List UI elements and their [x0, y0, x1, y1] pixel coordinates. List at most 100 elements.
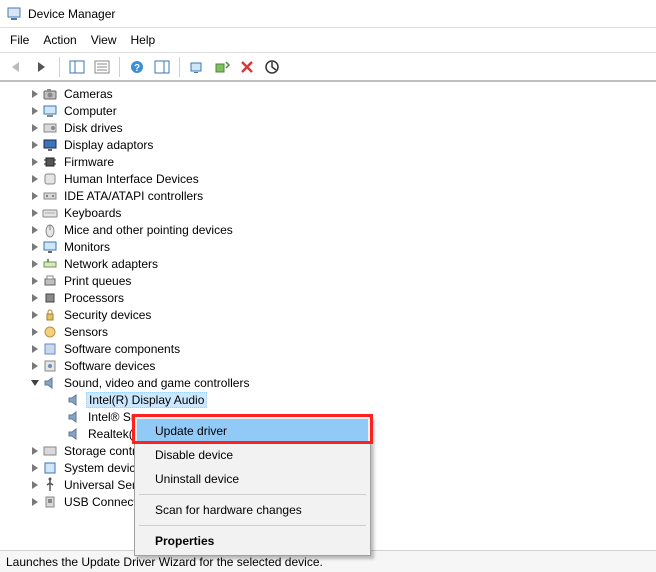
context-menu-item[interactable]: Uninstall device [137, 467, 368, 491]
expand-icon[interactable] [28, 138, 42, 152]
context-menu-item[interactable]: Update driver [137, 419, 368, 443]
storage-icon [42, 443, 58, 459]
menu-action[interactable]: Action [43, 33, 76, 47]
expand-icon[interactable] [28, 274, 42, 288]
toolbar-separator [179, 57, 180, 77]
expand-icon[interactable] [28, 257, 42, 271]
tree-item-cat-10[interactable]: Network adapters [4, 255, 656, 272]
tree-item-label: Human Interface Devices [62, 172, 201, 186]
menu-help[interactable]: Help [131, 33, 156, 47]
context-menu-item[interactable]: Disable device [137, 443, 368, 467]
display-icon [42, 137, 58, 153]
expand-icon[interactable] [28, 206, 42, 220]
expand-icon[interactable] [28, 308, 42, 322]
tree-item-cat-12[interactable]: Processors [4, 289, 656, 306]
tree-item-cat-15[interactable]: Software components [4, 340, 656, 357]
uninstall-button[interactable] [236, 56, 258, 78]
scan-hardware-button[interactable] [186, 56, 208, 78]
tree-item-cat-16[interactable]: Software devices [4, 357, 656, 374]
computer-icon [42, 103, 58, 119]
statusbar-text: Launches the Update Driver Wizard for th… [6, 555, 323, 569]
sensor-icon [42, 324, 58, 340]
back-button[interactable] [6, 56, 28, 78]
tree-item-cat-0[interactable]: Cameras [4, 85, 656, 102]
camera-icon [42, 86, 58, 102]
expand-icon[interactable] [28, 461, 42, 475]
tree-item-label: System device [62, 461, 144, 475]
properties-button[interactable] [91, 56, 113, 78]
tree-item-label: Universal Seri [62, 478, 141, 492]
expand-icon[interactable] [28, 495, 42, 509]
sound-icon [66, 426, 82, 442]
expand-icon[interactable] [28, 291, 42, 305]
expand-icon[interactable] [28, 189, 42, 203]
tree-item-label: IDE ATA/ATAPI controllers [62, 189, 205, 203]
expand-icon[interactable] [28, 223, 42, 237]
show-hide-tree-button[interactable] [66, 56, 88, 78]
expand-icon[interactable] [28, 444, 42, 458]
expand-icon[interactable] [28, 87, 42, 101]
menu-view[interactable]: View [91, 33, 117, 47]
tree-item-label: Software devices [62, 359, 157, 373]
forward-button[interactable] [31, 56, 53, 78]
tree-item-cat-2[interactable]: Disk drives [4, 119, 656, 136]
tree-item-cat-13[interactable]: Security devices [4, 306, 656, 323]
tree-item-cat-8[interactable]: Mice and other pointing devices [4, 221, 656, 238]
context-menu-separator [139, 494, 366, 495]
expand-icon[interactable] [28, 359, 42, 373]
expand-icon[interactable] [28, 240, 42, 254]
toolbar: ? [0, 52, 656, 82]
action-pane-button[interactable] [151, 56, 173, 78]
softdev-icon [42, 358, 58, 374]
tree-item-label: Security devices [62, 308, 153, 322]
tree-item-sound-category[interactable]: Sound, video and game controllers [4, 374, 656, 391]
tree-item-cat-3[interactable]: Display adaptors [4, 136, 656, 153]
expand-icon[interactable] [28, 121, 42, 135]
window-title: Device Manager [28, 7, 115, 21]
system-icon [42, 460, 58, 476]
sound-icon [42, 375, 58, 391]
expand-icon[interactable] [28, 478, 42, 492]
keyboard-icon [42, 205, 58, 221]
expand-icon[interactable] [28, 342, 42, 356]
tree-item-sound-child-0[interactable]: Intel(R) Display Audio [4, 391, 656, 408]
collapse-icon[interactable] [28, 376, 42, 390]
menu-file[interactable]: File [10, 33, 29, 47]
tree-item-cat-11[interactable]: Print queues [4, 272, 656, 289]
tree-item-label: Disk drives [62, 121, 125, 135]
tree-item-cat-5[interactable]: Human Interface Devices [4, 170, 656, 187]
usb-icon [42, 477, 58, 493]
tree-item-label: Network adapters [62, 257, 160, 271]
tree-item-cat-9[interactable]: Monitors [4, 238, 656, 255]
expand-icon[interactable] [28, 155, 42, 169]
expand-icon[interactable] [28, 172, 42, 186]
disable-button[interactable] [261, 56, 283, 78]
context-menu: Update driverDisable deviceUninstall dev… [134, 416, 371, 556]
toolbar-separator [119, 57, 120, 77]
tree-item-cat-1[interactable]: Computer [4, 102, 656, 119]
expander-spacer [52, 427, 66, 441]
tree-item-cat-7[interactable]: Keyboards [4, 204, 656, 221]
tree-item-label: Sound, video and game controllers [62, 376, 251, 390]
menubar: File Action View Help [0, 28, 656, 52]
help-button[interactable]: ? [126, 56, 148, 78]
tree-item-label: Print queues [62, 274, 133, 288]
context-menu-item[interactable]: Properties [137, 529, 368, 553]
tree-item-cat-4[interactable]: Firmware [4, 153, 656, 170]
context-menu-item[interactable]: Scan for hardware changes [137, 498, 368, 522]
tree-item-label: Display adaptors [62, 138, 155, 152]
tree-item-cat-14[interactable]: Sensors [4, 323, 656, 340]
expand-icon[interactable] [28, 104, 42, 118]
tree-item-label: Storage contr [62, 444, 138, 458]
titlebar: Device Manager [0, 0, 656, 28]
expand-icon[interactable] [28, 325, 42, 339]
mouse-icon [42, 222, 58, 238]
tree-item-label: USB Connecto [62, 495, 145, 509]
hid-icon [42, 171, 58, 187]
tree-item-label: Keyboards [62, 206, 123, 220]
component-icon [42, 341, 58, 357]
tree-item-label: Monitors [62, 240, 112, 254]
tree-item-label: Processors [62, 291, 126, 305]
tree-item-cat-6[interactable]: IDE ATA/ATAPI controllers [4, 187, 656, 204]
update-driver-button[interactable] [211, 56, 233, 78]
